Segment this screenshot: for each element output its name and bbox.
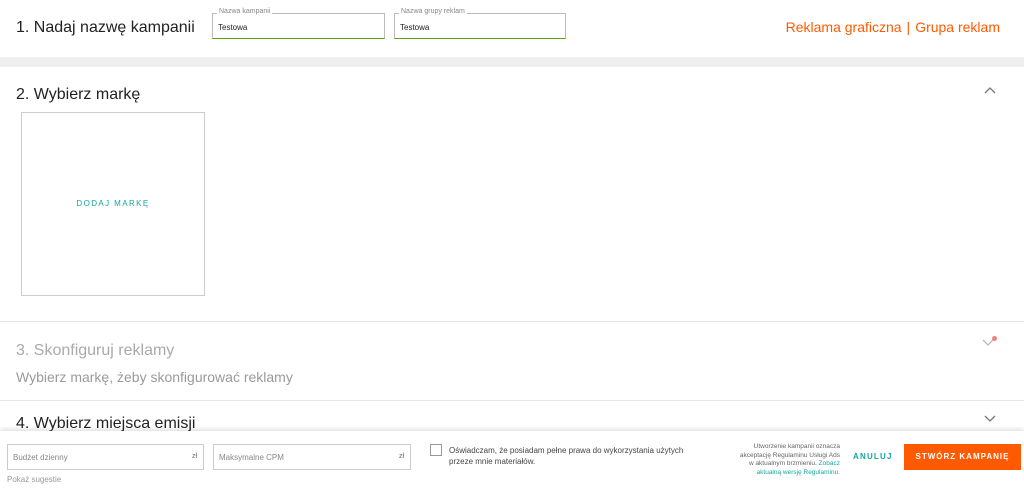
group-name-field[interactable]: Nazwa grupy reklam Testowa	[394, 8, 566, 39]
chevron-up-icon[interactable]	[984, 86, 996, 94]
add-brand-tile[interactable]: DODAJ MARKĘ	[21, 112, 205, 296]
section-divider	[0, 400, 1024, 401]
create-campaign-button[interactable]: STWÓRZ KAMPANIĘ	[904, 444, 1021, 470]
terms-line: w aktualnym brzmieniu. Zobacz	[692, 460, 840, 469]
breadcrumb-separator: |	[906, 19, 911, 35]
max-cpm-input[interactable]: Maksymalne CPM zł	[213, 444, 411, 470]
cancel-button[interactable]: ANULUJ	[853, 452, 893, 461]
group-name-value: Testowa	[400, 23, 430, 32]
daily-budget-placeholder: Budżet dzienny	[13, 453, 68, 462]
add-brand-label: DODAJ MARKĘ	[76, 199, 150, 208]
group-name-label: Nazwa grupy reklam	[399, 8, 467, 15]
terms-link[interactable]: Zobacz	[819, 460, 840, 467]
breadcrumb-item-display-ad[interactable]: Reklama graficzna	[786, 19, 902, 35]
step1-title: 1. Nadaj nazwę kampanii	[16, 19, 195, 36]
campaign-name-section: 1. Nadaj nazwę kampanii Nazwa kampanii T…	[0, 0, 1024, 57]
daily-budget-input[interactable]: Budżet dzienny zł	[7, 444, 204, 470]
campaign-steps-card: 2. Wybierz markę DODAJ MARKĘ 3. Skonfigu…	[0, 67, 1024, 491]
currency-unit: zł	[191, 453, 197, 460]
step3-subtitle: Wybierz markę, żeby skonfigurować reklam…	[16, 369, 293, 385]
footer-action-bar: Budżet dzienny zł Maksymalne CPM zł Poka…	[0, 431, 1024, 491]
campaign-name-value: Testowa	[218, 23, 248, 32]
terms-notice: Utworzenie kampanii oznacza akceptację R…	[692, 443, 840, 477]
max-cpm-placeholder: Maksymalne CPM	[219, 453, 284, 462]
campaign-name-field[interactable]: Nazwa kampanii Testowa	[212, 8, 385, 39]
campaign-name-label: Nazwa kampanii	[217, 8, 273, 15]
currency-unit: zł	[398, 453, 404, 460]
step3-title: 3. Skonfiguruj reklamy	[16, 342, 175, 359]
terms-line: akceptację Regulaminu Usługi Ads	[739, 451, 840, 459]
terms-line: Utworzenie kampanii oznacza	[753, 443, 840, 450]
show-suggestion-link[interactable]: Pokaż sugestie	[7, 475, 61, 484]
terms-text: w aktualnym brzmieniu.	[748, 460, 817, 467]
rights-declaration-checkbox[interactable]	[430, 444, 442, 456]
step2-title: 2. Wybierz markę	[16, 86, 141, 103]
section-divider	[0, 321, 1024, 322]
chevron-down-icon[interactable]	[984, 415, 996, 423]
breadcrumb-item-ad-group[interactable]: Grupa reklam	[915, 19, 1000, 35]
terms-link[interactable]: aktualną wersję Regulaminu.	[692, 469, 840, 478]
rights-declaration-text: Oświadczam, że posiadam pełne prawa do w…	[449, 446, 684, 466]
warning-dot-icon	[992, 336, 997, 341]
breadcrumb: Reklama graficzna | Grupa reklam	[786, 19, 1000, 35]
